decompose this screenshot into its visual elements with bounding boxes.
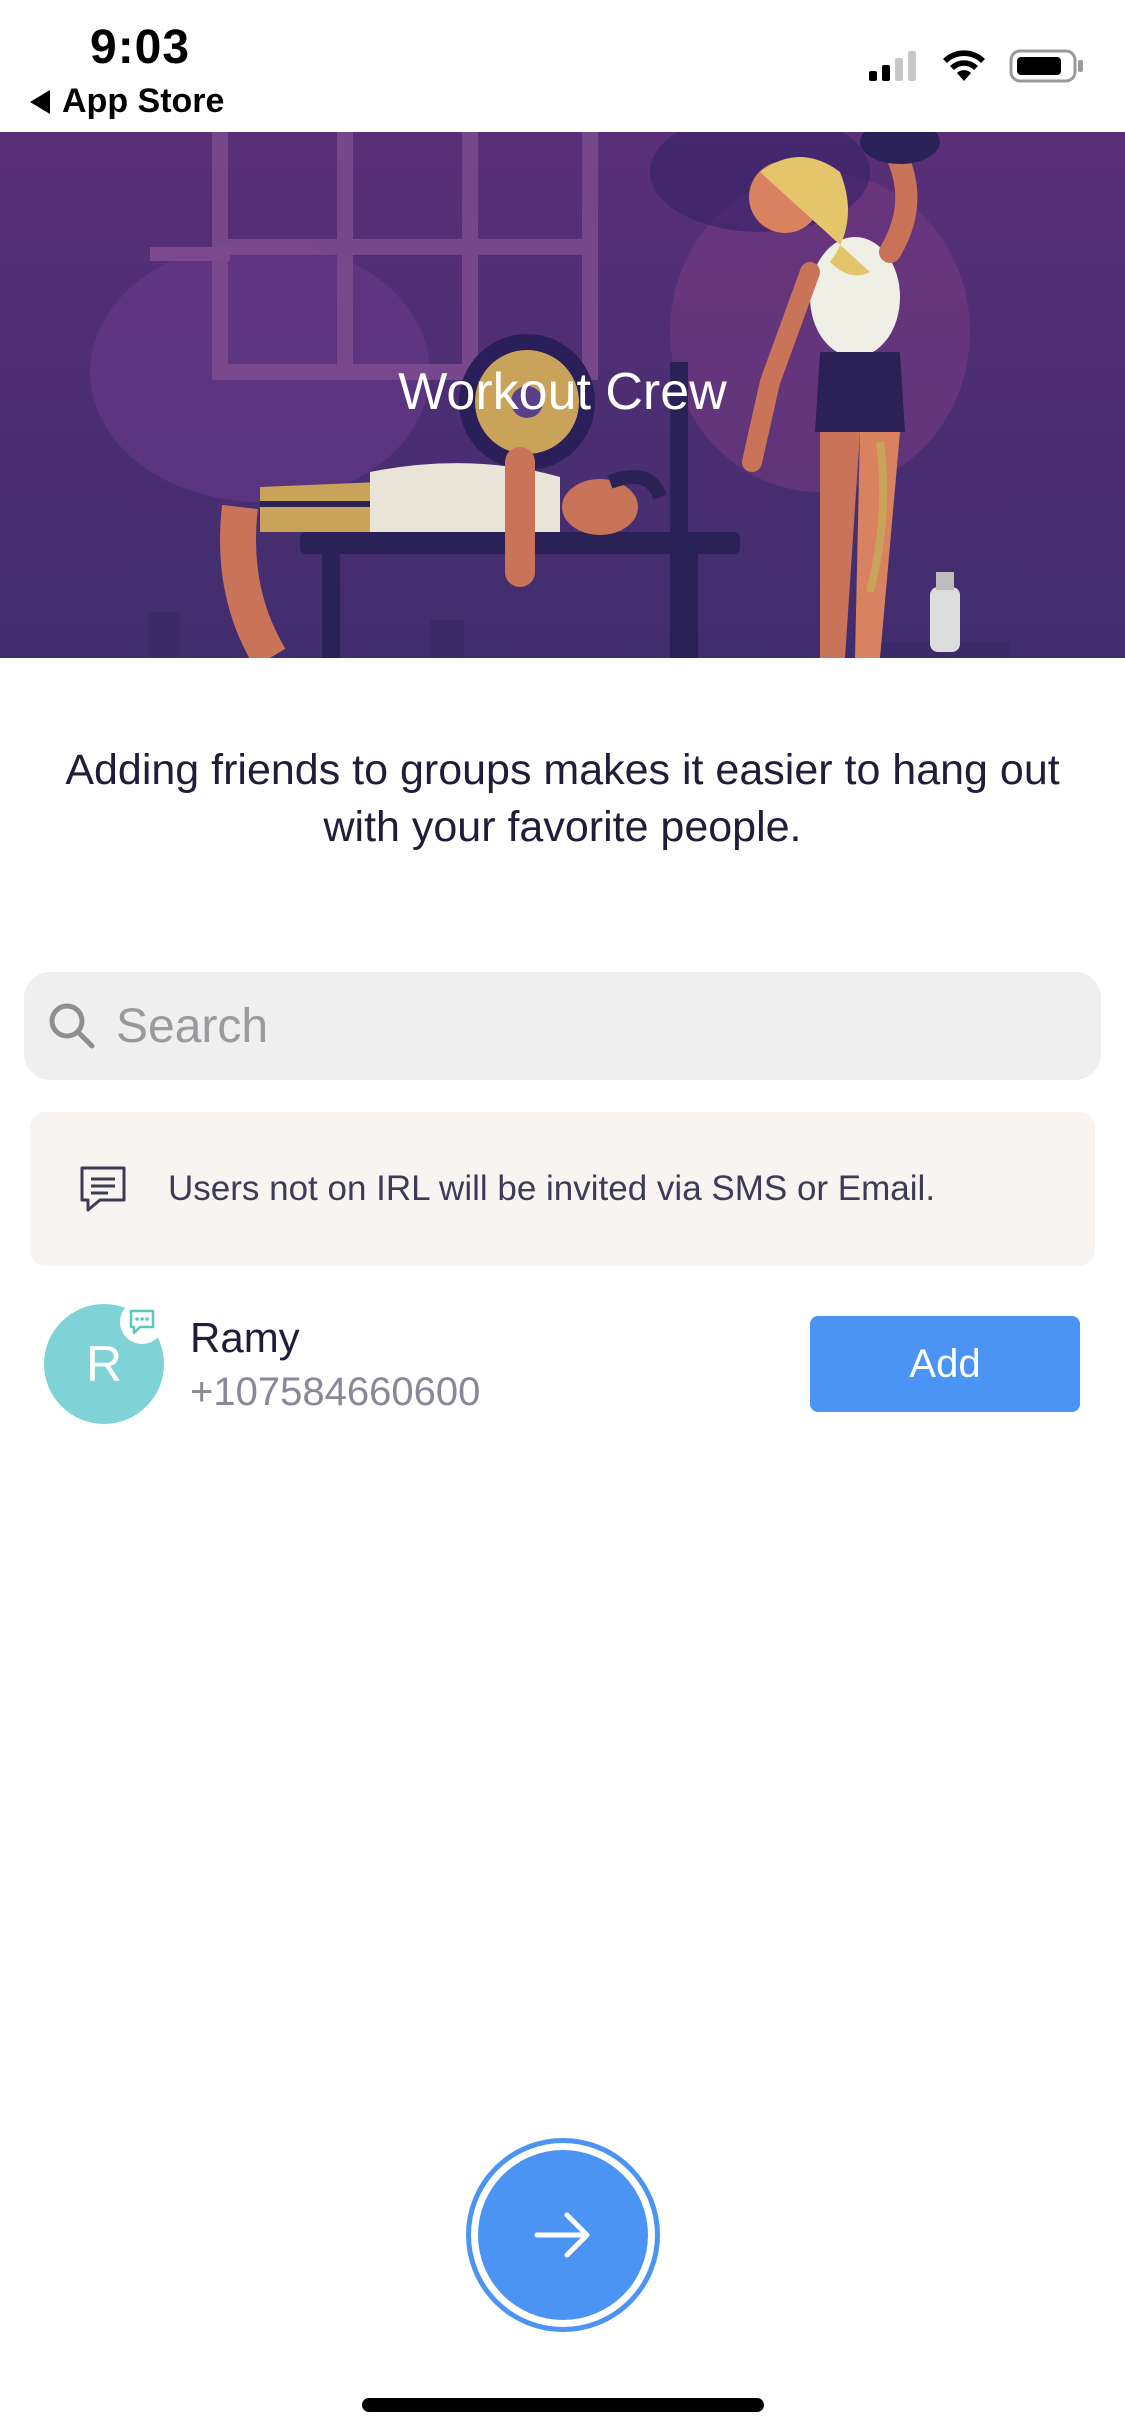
arrow-right-icon <box>534 2212 590 2258</box>
invite-notice: Users not on IRL will be invited via SMS… <box>30 1112 1095 1266</box>
next-button[interactable] <box>466 2138 660 2332</box>
search-input[interactable] <box>116 998 1066 1054</box>
group-title: Workout Crew <box>398 363 727 421</box>
search-bar[interactable] <box>24 972 1101 1080</box>
home-indicator[interactable] <box>362 2398 764 2412</box>
contact-name: Ramy <box>190 1314 300 1361</box>
back-to-app-store-link[interactable]: App Store <box>30 82 224 121</box>
status-time: 9:03 <box>90 21 191 74</box>
status-bar: 9:03 App Store <box>0 0 1125 132</box>
status-icons <box>867 48 1085 84</box>
battery-icon <box>1009 49 1083 83</box>
avatar-initial: R <box>85 1336 123 1392</box>
wifi-icon <box>943 50 985 81</box>
intro-text: Adding friends to groups makes it easier… <box>65 746 1060 851</box>
group-hero-banner: Workout Crew <box>0 132 1125 658</box>
contact-phone: +107584660600 <box>190 1370 481 1414</box>
contact-row: R Ramy +107584660600 Add <box>44 1300 1084 1426</box>
message-icon <box>80 1166 126 1212</box>
add-contact-button[interactable]: Add <box>810 1316 1080 1412</box>
back-app-label: App Store <box>62 82 225 120</box>
back-triangle-icon <box>30 89 50 114</box>
next-button-inner[interactable] <box>478 2150 648 2320</box>
search-icon <box>49 1003 95 1049</box>
cellular-signal-icon <box>869 51 916 81</box>
sms-badge-icon <box>120 1300 164 1344</box>
notice-text: Users not on IRL will be invited via SMS… <box>168 1169 936 1208</box>
